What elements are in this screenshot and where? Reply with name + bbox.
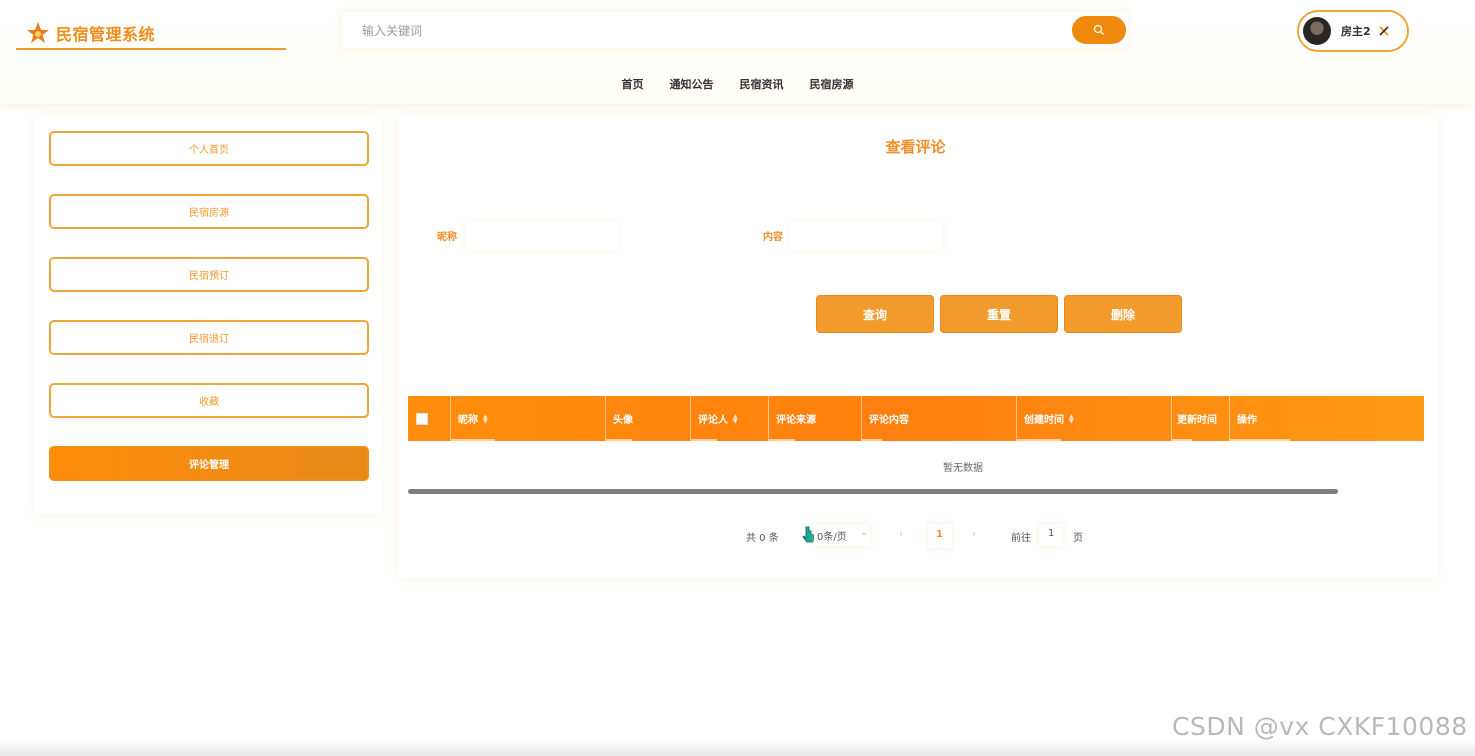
bottom-edge [0, 740, 1475, 756]
column-label: 昵称 [458, 415, 478, 426]
select-all-column [408, 396, 451, 441]
column-underline [1230, 439, 1290, 441]
column-underline [769, 439, 795, 441]
reset-button[interactable]: 重置 [940, 295, 1058, 333]
column-underline [862, 439, 882, 441]
nav-item-notices[interactable]: 通知公告 [670, 76, 714, 92]
goto-input[interactable]: 1 [1039, 524, 1063, 546]
page-size-select[interactable]: 0条/页 ⌄ [814, 524, 870, 546]
page-number[interactable]: 1 [928, 524, 952, 548]
column-header-commenter[interactable]: 评论人 ▲ ▼ [691, 396, 769, 441]
sort-icon[interactable]: ▲ ▼ [733, 413, 738, 424]
search-button[interactable] [1072, 16, 1126, 44]
user-menu[interactable]: 房主2 [1297, 10, 1409, 52]
sidebar-item-booking[interactable]: 民宿预订 [49, 257, 369, 292]
sidebar-item-favorites[interactable]: 收藏 [49, 383, 369, 418]
column-label: 创建时间 [1024, 415, 1064, 426]
page-title: 查看评论 [885, 138, 946, 156]
column-underline [606, 439, 632, 441]
column-header-created[interactable]: 创建时间 ▲ ▼ [1017, 396, 1172, 441]
sidebar-item-profile[interactable]: 个人首页 [49, 131, 369, 166]
column-header-updated: 更新时间 [1172, 396, 1230, 441]
sidebar-item-comments[interactable]: 评论管理 [49, 446, 369, 481]
logo[interactable]: 民宿管理系统 [16, 18, 286, 50]
content-input[interactable] [790, 221, 942, 251]
user-name: 房主2 [1341, 25, 1371, 38]
goto-value: 1 [1048, 528, 1055, 539]
column-underline [691, 439, 717, 441]
content-label: 内容 [763, 232, 783, 243]
total-count: 共 0 条 [746, 533, 779, 544]
column-header-nickname[interactable]: 昵称 ▲ ▼ [451, 396, 606, 441]
delete-button[interactable]: 删除 [1064, 295, 1182, 333]
nav-item-rooms[interactable]: 民宿房源 [810, 76, 854, 92]
column-label: 评论人 [698, 415, 728, 426]
avatar [1303, 17, 1331, 45]
chevron-down-icon: ⌄ [860, 527, 869, 538]
search-bar [342, 12, 1128, 48]
column-label: 操作 [1237, 415, 1257, 426]
column-header-source: 评论来源 [769, 396, 862, 441]
sidebar: 个人首页 民宿房源 民宿预订 民宿退订 收藏 评论管理 [34, 116, 382, 514]
search-icon [1093, 24, 1104, 35]
column-label: 评论内容 [869, 415, 909, 426]
current-page: 1 [936, 529, 943, 540]
page-size-value: 0条/页 [817, 532, 847, 543]
sidebar-item-cancel[interactable]: 民宿退订 [49, 320, 369, 355]
nav-item-home[interactable]: 首页 [622, 76, 644, 92]
close-icon[interactable] [1377, 24, 1391, 38]
goto-label: 前往 [1011, 533, 1031, 544]
nickname-input[interactable] [466, 221, 618, 251]
table-header: 昵称 ▲ ▼ 头像 评论人 ▲ ▼ 评论来源 评论内容 创建时间 ▲ ▼ 更新时间 [408, 396, 1424, 441]
column-header-actions: 操作 [1230, 396, 1424, 441]
star-logo-icon [27, 22, 49, 43]
column-underline [451, 439, 495, 441]
query-button[interactable]: 查询 [816, 295, 934, 333]
main-panel: 查看评论 昵称 内容 查询 重置 删除 昵称 ▲ ▼ 头像 评论人 ▲ ▼ 评论来源… [398, 116, 1438, 578]
chevron-left-icon[interactable]: ‹ [899, 529, 903, 540]
watermark: CSDN @vx CXKF10088 [1172, 712, 1468, 741]
column-label: 头像 [613, 415, 633, 426]
search-input[interactable] [350, 18, 1064, 44]
column-underline [1172, 439, 1192, 441]
select-all-checkbox[interactable] [416, 412, 428, 425]
column-header-content: 评论内容 [862, 396, 1017, 441]
pagination: 共 0 条 0条/页 ⌄ ‹ 1 › 前往 1 页 [398, 524, 1438, 548]
sort-icon[interactable]: ▲ ▼ [1069, 413, 1074, 424]
empty-state: 暂无数据 [943, 463, 983, 474]
nav-item-news[interactable]: 民宿资讯 [740, 76, 784, 92]
main-nav: 首页 通知公告 民宿资讯 民宿房源 [0, 76, 1475, 92]
chevron-right-icon[interactable]: › [972, 529, 976, 540]
sidebar-item-rooms[interactable]: 民宿房源 [49, 194, 369, 229]
column-label: 更新时间 [1177, 415, 1217, 426]
page-suffix: 页 [1073, 533, 1083, 544]
app-title: 民宿管理系统 [56, 25, 156, 44]
column-header-avatar: 头像 [606, 396, 691, 441]
horizontal-scrollbar[interactable] [408, 489, 1338, 494]
top-header: 民宿管理系统 房主2 首页 通知公告 民宿资讯 民宿房源 [0, 0, 1475, 104]
sort-icon[interactable]: ▲ ▼ [483, 413, 488, 424]
column-label: 评论来源 [776, 415, 816, 426]
nickname-label: 昵称 [437, 232, 457, 243]
column-underline [1017, 439, 1061, 441]
